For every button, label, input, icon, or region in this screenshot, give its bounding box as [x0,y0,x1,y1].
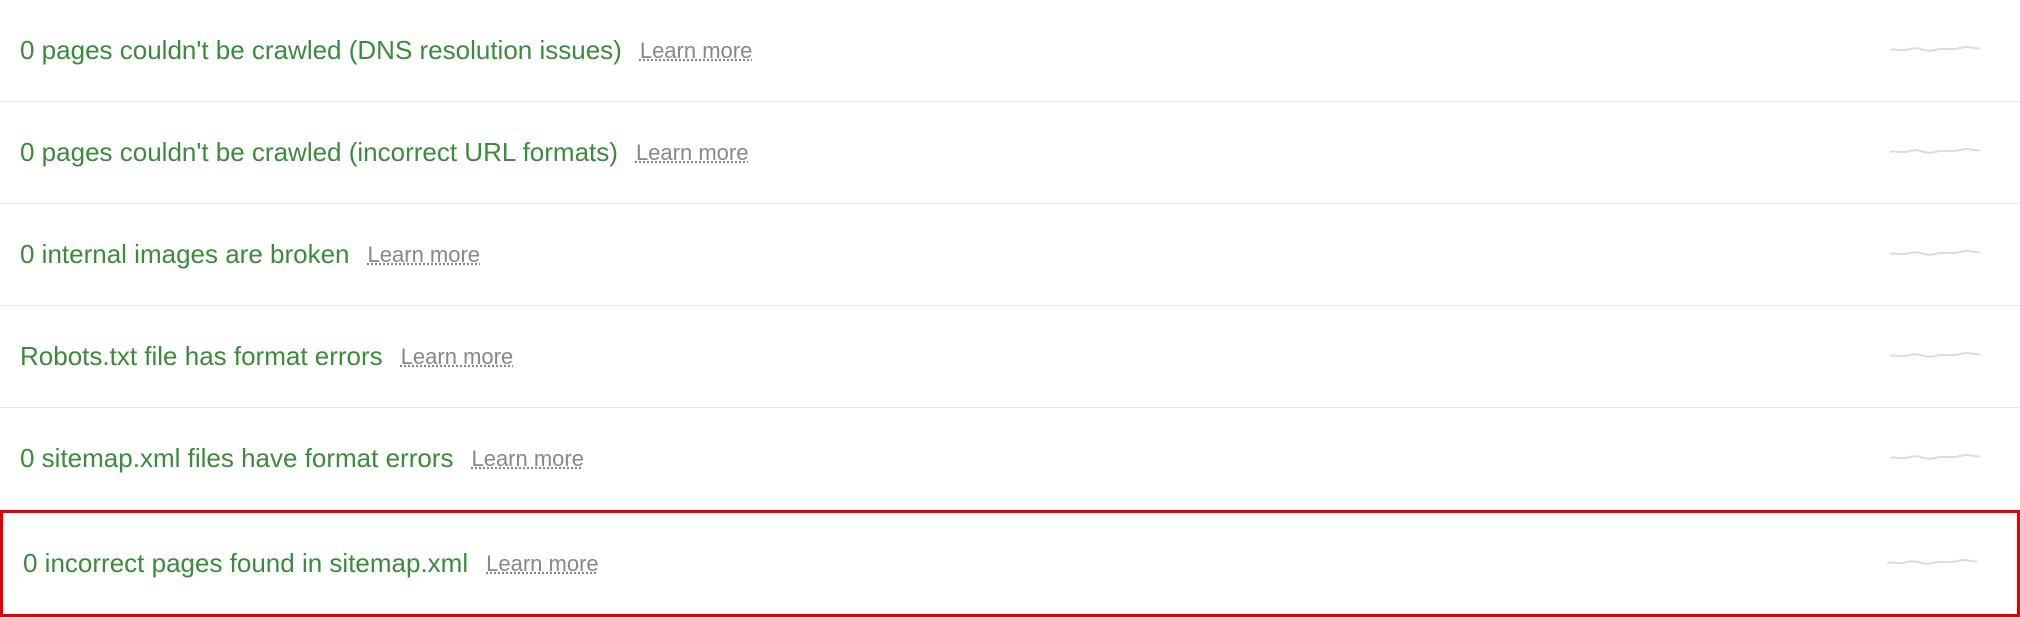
row-text-sitemap-incorrect: 0 incorrect pages found in sitemap.xml [23,548,468,579]
row-left-incorrect-url: 0 pages couldn't be crawled (incorrect U… [20,137,748,168]
row-text-robots-txt: Robots.txt file has format errors [20,341,383,372]
sparkline-sitemap-format [1890,436,1980,481]
row-sitemap-incorrect: 0 incorrect pages found in sitemap.xml Le… [0,510,2020,617]
row-text-broken-images: 0 internal images are broken [20,239,350,270]
row-left-robots-txt: Robots.txt file has format errors Learn m… [20,341,513,372]
row-robots-txt: Robots.txt file has format errors Learn m… [0,306,2020,408]
row-left-broken-images: 0 internal images are broken Learn more [20,239,480,270]
row-text-incorrect-url: 0 pages couldn't be crawled (incorrect U… [20,137,618,168]
row-text-sitemap-format: 0 sitemap.xml files have format errors [20,443,453,474]
sparkline-broken-images [1890,232,1980,277]
learn-more-sitemap-format[interactable]: Learn more [471,446,584,472]
row-text-dns-resolution: 0 pages couldn't be crawled (DNS resolut… [20,35,622,66]
sparkline-robots-txt [1890,334,1980,379]
learn-more-sitemap-incorrect[interactable]: Learn more [486,551,599,577]
row-left-dns-resolution: 0 pages couldn't be crawled (DNS resolut… [20,35,752,66]
row-sitemap-format: 0 sitemap.xml files have format errors Le… [0,408,2020,510]
learn-more-broken-images[interactable]: Learn more [368,242,481,268]
row-incorrect-url: 0 pages couldn't be crawled (incorrect U… [0,102,2020,204]
learn-more-robots-txt[interactable]: Learn more [401,344,514,370]
sparkline-incorrect-url [1890,130,1980,175]
row-left-sitemap-format: 0 sitemap.xml files have format errors Le… [20,443,584,474]
sparkline-sitemap-incorrect [1887,541,1977,586]
sparkline-dns-resolution [1890,28,1980,73]
row-dns-resolution: 0 pages couldn't be crawled (DNS resolut… [0,0,2020,102]
learn-more-incorrect-url[interactable]: Learn more [636,140,749,166]
issues-list: 0 pages couldn't be crawled (DNS resolut… [0,0,2020,617]
row-broken-images: 0 internal images are broken Learn more [0,204,2020,306]
learn-more-dns-resolution[interactable]: Learn more [640,38,753,64]
row-left-sitemap-incorrect: 0 incorrect pages found in sitemap.xml Le… [23,548,599,579]
